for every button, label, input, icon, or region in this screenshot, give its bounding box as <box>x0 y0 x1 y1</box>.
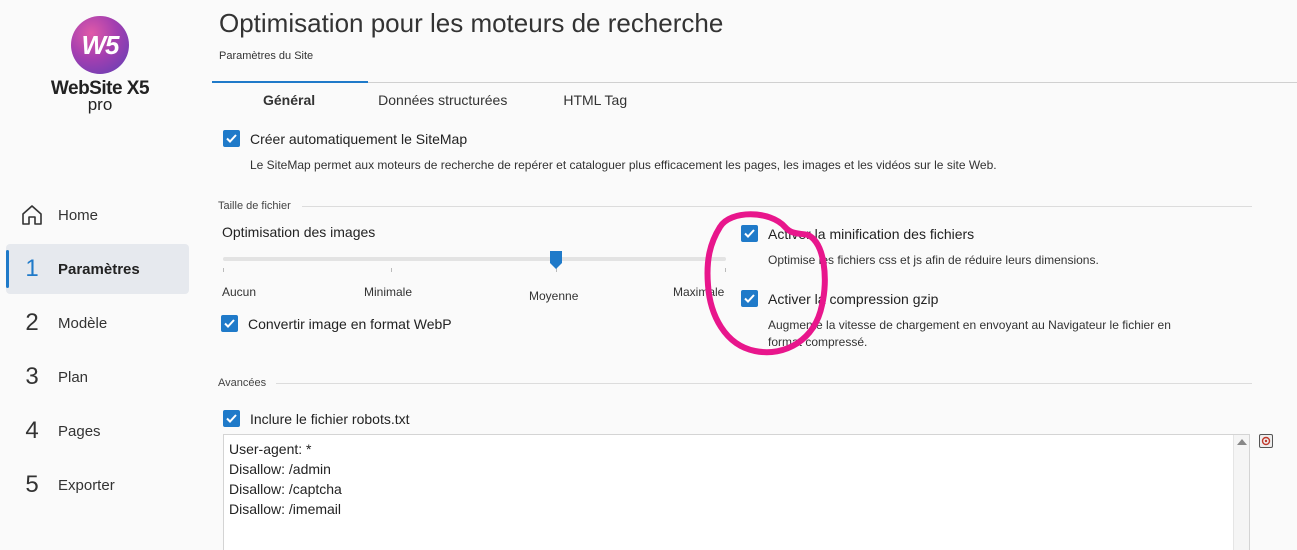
sidebar-item-pages[interactable]: 4 Pages <box>6 406 189 456</box>
slider-tick <box>725 268 726 272</box>
gzip-option: Activer la compression gzip <box>741 290 938 307</box>
robots-line: Disallow: /admin <box>229 461 331 477</box>
sidebar-item-label: Home <box>58 206 99 224</box>
tab-general[interactable]: Général <box>263 88 315 112</box>
gzip-label: Activer la compression gzip <box>768 290 939 307</box>
check-icon <box>744 294 755 303</box>
slider-label-minimale: Minimale <box>364 285 413 299</box>
sidebar-item-parametres[interactable]: 1 Paramètres <box>6 244 189 294</box>
section-tab-parametres-site[interactable]: Paramètres du Site <box>219 50 313 62</box>
file-size-section-label: Taille de fichier <box>218 200 291 212</box>
robots-textarea[interactable]: User-agent: * Disallow: /admin Disallow:… <box>223 434 1250 550</box>
scroll-up-arrow-icon[interactable] <box>1237 439 1247 445</box>
webp-option: Convertir image en format WebP <box>221 315 452 332</box>
sidebar-item-number: 2 <box>25 309 39 336</box>
home-icon <box>6 203 58 227</box>
tab-html-tag[interactable]: HTML Tag <box>563 88 627 112</box>
logo-edition: pro <box>87 95 113 114</box>
sidebar-nav: Home 1 Paramètres 2 Modèle 3 Plan 4 Page… <box>6 190 189 514</box>
webp-label: Convertir image en format WebP <box>248 315 452 332</box>
slider-label-maximale: Maximale <box>673 285 725 299</box>
slider-label-moyenne: Moyenne <box>529 289 579 303</box>
image-optimization-label: Optimisation des images <box>222 224 376 240</box>
image-optimization-slider-thumb[interactable] <box>550 251 562 269</box>
check-icon <box>744 229 755 238</box>
gzip-description-line2: format compressé. <box>768 335 868 349</box>
robots-checkbox[interactable] <box>223 410 240 427</box>
gzip-checkbox[interactable] <box>741 290 758 307</box>
minify-option: Activer la minification des fichiers <box>741 225 974 242</box>
robots-scrollbar[interactable] <box>1233 435 1249 550</box>
sidebar-item-plan[interactable]: 3 Plan <box>6 352 189 402</box>
slider-label-aucun: Aucun <box>222 285 257 299</box>
sidebar-item-home[interactable]: Home <box>6 190 189 240</box>
check-icon <box>224 319 235 328</box>
tab-bar: Général Données structurées HTML Tag <box>212 88 627 112</box>
sidebar-item-number: 1 <box>25 255 39 282</box>
image-optimization-slider-track[interactable] <box>223 257 726 261</box>
slider-tick <box>223 268 224 272</box>
advanced-section-label: Avancées <box>218 377 267 389</box>
robots-line: Disallow: /captcha <box>229 481 342 497</box>
reset-icon[interactable] <box>1259 434 1273 448</box>
slider-tick <box>391 268 392 272</box>
sitemap-checkbox[interactable] <box>223 130 240 147</box>
main-panel: Optimisation pour les moteurs de recherc… <box>200 0 1297 550</box>
sitemap-option: Créer automatiquement le SiteMap <box>223 130 467 147</box>
minify-checkbox[interactable] <box>741 225 758 242</box>
check-icon <box>226 414 237 423</box>
sidebar-item-number: 4 <box>25 417 39 444</box>
sidebar-item-label: Pages <box>58 422 101 440</box>
page-title: Optimisation pour les moteurs de recherc… <box>219 8 724 38</box>
sidebar-item-modele[interactable]: 2 Modèle <box>6 298 189 348</box>
sidebar-item-label: Plan <box>58 368 89 386</box>
webp-checkbox[interactable] <box>221 315 238 332</box>
header-divider <box>368 82 1297 83</box>
app-logo: W5 WebSite X5 pro <box>50 16 150 114</box>
sidebar-item-number: 5 <box>25 471 39 498</box>
logo-mark: W5 <box>71 16 129 74</box>
sitemap-description: Le SiteMap permet aux moteurs de recherc… <box>250 158 997 172</box>
sidebar-item-label: Modèle <box>58 314 108 332</box>
robots-line: User-agent: * <box>229 441 312 457</box>
sidebar-item-number: 3 <box>25 363 39 390</box>
sidebar: W5 WebSite X5 pro Home 1 Paramètres 2 Mo… <box>0 0 200 550</box>
minify-description: Optimise les fichiers css et js afin de … <box>768 253 1099 267</box>
sidebar-item-label: Exporter <box>58 476 115 494</box>
robots-option: Inclure le fichier robots.txt <box>223 410 410 427</box>
sidebar-item-label: Paramètres <box>58 260 140 278</box>
file-size-divider <box>302 206 1252 207</box>
advanced-divider <box>276 383 1252 384</box>
minify-label: Activer la minification des fichiers <box>768 225 975 242</box>
gzip-description-line1: Augmente la vitesse de chargement en env… <box>768 318 1171 332</box>
sidebar-item-exporter[interactable]: 5 Exporter <box>6 460 189 510</box>
active-section-indicator <box>212 81 368 83</box>
robots-label: Inclure le fichier robots.txt <box>250 410 410 427</box>
sitemap-label: Créer automatiquement le SiteMap <box>250 130 468 147</box>
robots-line: Disallow: /imemail <box>229 501 342 517</box>
tab-donnees-structurees[interactable]: Données structurées <box>378 88 507 112</box>
check-icon <box>226 134 237 143</box>
